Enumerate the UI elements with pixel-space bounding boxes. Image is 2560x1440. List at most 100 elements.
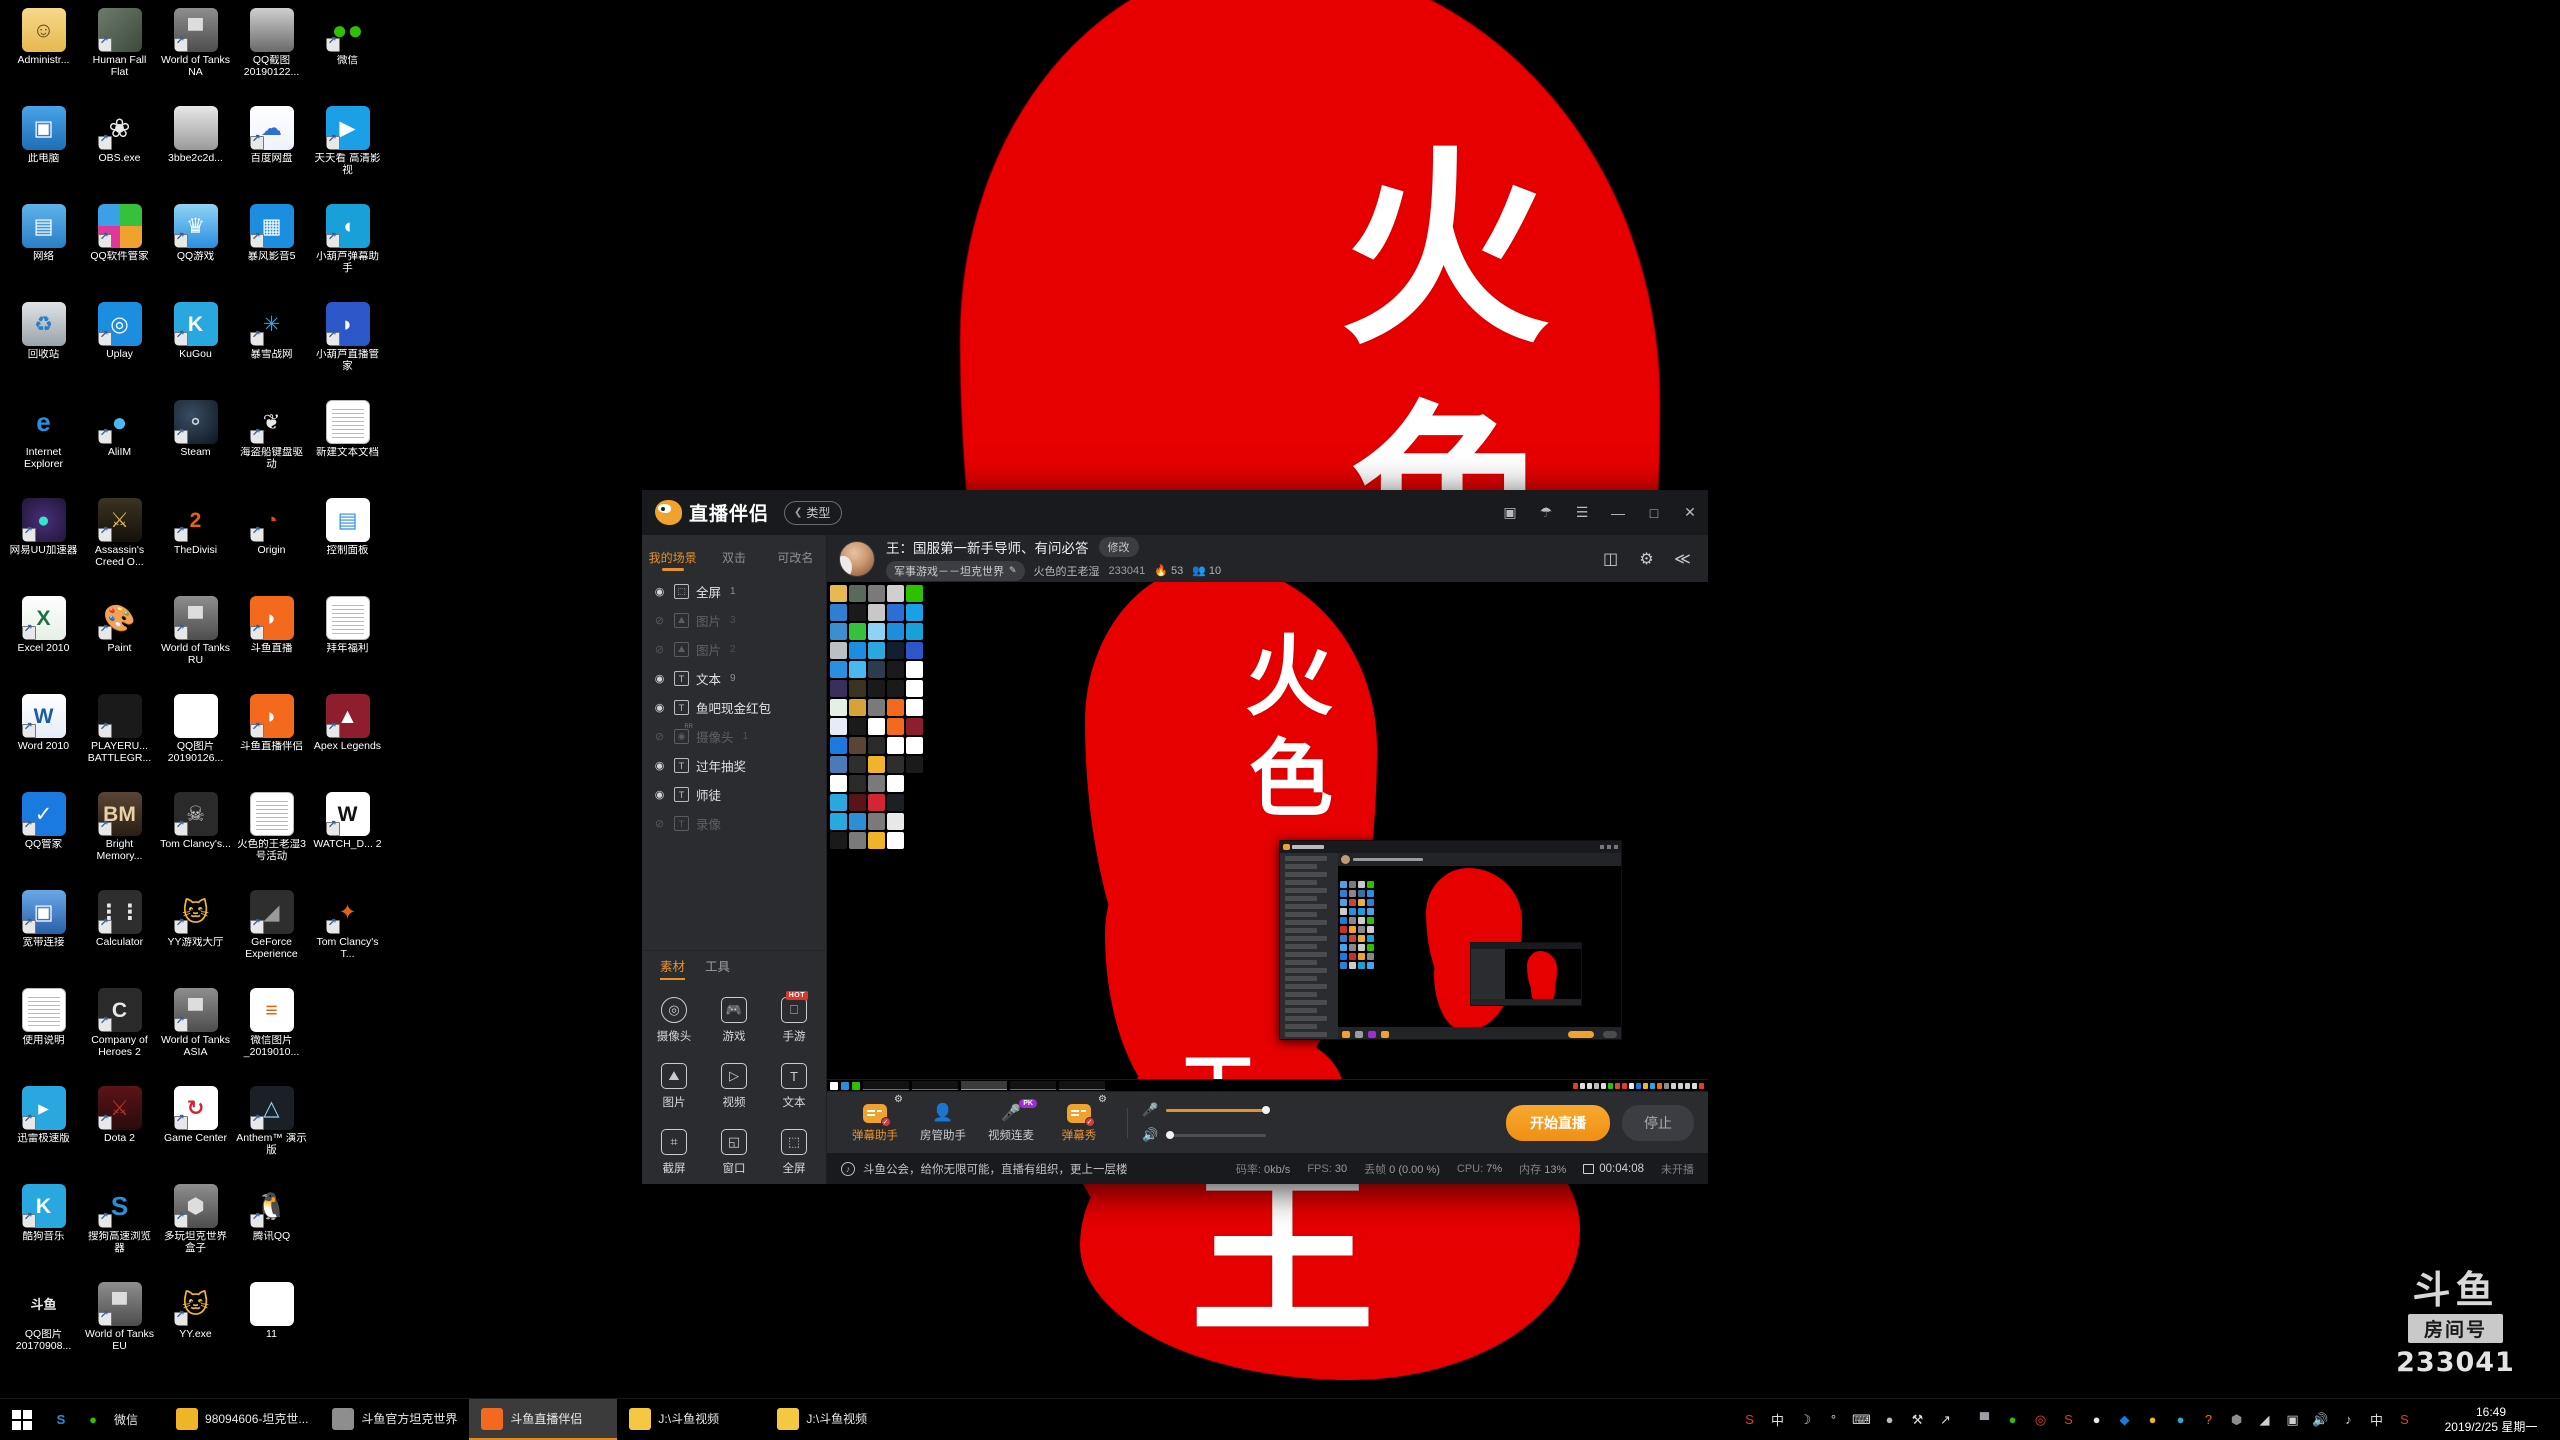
desktop-icon[interactable]: 2 TheDivisi <box>158 494 233 592</box>
taskbar-window-buttons[interactable]: 98094606-坦克世... 斗鱼官方坦克世界 斗鱼直播伴侣 J:\斗鱼视频 J:\斗… <box>164 1399 913 1440</box>
desktop-icon[interactable]: ◗ 斗鱼直播伴侣 <box>234 690 309 788</box>
desktop-icon[interactable]: ◖ 小葫芦弹幕助手 <box>310 200 385 298</box>
quick-launch-area[interactable]: S ● 微信 <box>44 1399 144 1440</box>
display-tray-icon[interactable]: ▣ <box>2283 1410 2302 1429</box>
desktop-icon[interactable]: ▣ 宽带连接 <box>6 886 81 984</box>
avatar[interactable] <box>839 540 875 577</box>
desktop-icon[interactable]: ⚬ Steam <box>158 396 233 494</box>
layout-icon[interactable]: ◫ <box>1601 549 1620 568</box>
scene-layer-item[interactable]: ⊘ ⛰ 图片 2 <box>642 635 826 664</box>
desktop-icon[interactable]: QQ软件管家 <box>82 200 157 298</box>
desktop-icon[interactable]: ♻ 回收站 <box>6 298 81 396</box>
eye-visible-icon[interactable]: ◉ <box>652 585 667 598</box>
source-button-video[interactable]: ▷ 视频 <box>704 1054 764 1118</box>
room-admin-assistant-button[interactable]: 👤 房管助手 <box>909 1102 977 1143</box>
eye-visible-icon[interactable]: ◉ <box>652 701 667 714</box>
source-tab-0[interactable]: 素材 <box>650 956 695 980</box>
action-tray-icon[interactable]: ♪ <box>2339 1410 2358 1429</box>
tray-left-group[interactable]: S 中 ☽ ° ⌨ ● ⚒ ↗ <box>1730 1410 1965 1429</box>
eye-hidden-icon[interactable]: ⊘ <box>652 817 667 830</box>
danmaku-assistant-button[interactable]: ⚙ ✓ 弹幕助手 <box>841 1094 909 1143</box>
taskbar-item[interactable]: 斗鱼直播伴侣 <box>469 1399 618 1440</box>
expand-icon[interactable]: ↗ <box>1936 1410 1955 1429</box>
desktop-icon[interactable]: ◔ Origin <box>234 494 309 592</box>
desktop-icon[interactable]: ▤ 网络 <box>6 200 81 298</box>
eye-hidden-icon[interactable]: ⊘ <box>652 614 667 627</box>
share-icon[interactable]: ≪ <box>1673 549 1692 568</box>
ime-mode-icon[interactable]: 中 <box>2367 1410 2386 1429</box>
ime-chinese-icon[interactable]: 中 <box>1768 1410 1787 1429</box>
desktop-icon[interactable]: ▤ 控制面板 <box>310 494 385 592</box>
desktop-icon[interactable]: e Internet Explorer <box>6 396 81 494</box>
desktop-icon[interactable]: ▲ Apex Legends <box>310 690 385 788</box>
wechat-tray-icon[interactable]: ● <box>2003 1410 2022 1429</box>
desktop-icon[interactable]: ⬢ 多玩坦克世界盒子 <box>158 1180 233 1278</box>
scene-tab-2[interactable]: 可改名 <box>765 549 826 571</box>
desktop-icon[interactable]: ● AliIM <box>82 396 157 494</box>
source-button-grid[interactable]: ◎ 摄像头 🎮 游戏 ⎕ 手游 HOT ⛰ 图片 ▷ 视频 T 文本 ⌗ 截屏 ◱ 窗口 ⬚ 全屏 <box>642 980 826 1184</box>
desktop-icon[interactable]: ▀ World of Tanks RU <box>158 592 233 690</box>
taskbar-item[interactable]: J:\斗鱼视频 <box>765 1399 913 1440</box>
wrench-icon[interactable]: ⚒ <box>1908 1410 1927 1429</box>
desktop-icon[interactable]: ☠ Tom Clancy's... <box>158 788 233 886</box>
video-link-mic-button[interactable]: PK 🎤 视频连麦 <box>977 1099 1045 1143</box>
desktop-icon[interactable]: ◗ 小葫芦直播管家 <box>310 298 385 396</box>
desktop-icon[interactable]: ⋮⋮ Calculator <box>82 886 157 984</box>
desktop-icon[interactable]: X Excel 2010 <box>6 592 81 690</box>
stream-preview[interactable]: 火 色 王 <box>827 582 1708 1091</box>
desktop-icon[interactable]: ◢ GeForce Experience <box>234 886 309 984</box>
desktop-icon[interactable]: Human Fall Flat <box>82 4 157 102</box>
degree-icon[interactable]: ° <box>1824 1410 1843 1429</box>
scene-layer-item[interactable]: ⊘ ⛰ 图片 3 <box>642 606 826 635</box>
desktop-icon[interactable]: ◗ 斗鱼直播 <box>234 592 309 690</box>
scene-layer-item[interactable]: ◉ T 师徒 <box>642 780 826 809</box>
scene-tab-0[interactable]: 我的场景 <box>642 549 703 571</box>
danmaku-show-button[interactable]: ⚙ ✓ 弹幕秀 <box>1045 1094 1113 1143</box>
volume-sliders[interactable]: 🎤 🔊 <box>1142 1102 1270 1143</box>
menu-icon[interactable]: ☰ <box>1564 490 1600 535</box>
keyboard-icon[interactable]: ⌨ <box>1852 1410 1871 1429</box>
desktop-icon[interactable]: ▸ 迅雷极速版 <box>6 1082 81 1180</box>
wechat-icon[interactable]: ● <box>82 1409 104 1431</box>
stop-stream-button[interactable]: 停止 <box>1622 1104 1694 1141</box>
desktop-icon[interactable]: 🐱 YY.exe <box>158 1278 233 1376</box>
desktop-icon[interactable]: ✦ Tom Clancy's T... <box>310 886 385 984</box>
desktop-icon[interactable]: ☁ 百度网盘 <box>234 102 309 200</box>
sogou-pinyin-icon[interactable]: S <box>2395 1410 2414 1429</box>
pencil-edit-icon[interactable]: ✎ <box>1009 565 1017 576</box>
desktop-icon[interactable]: 3bbe2c2d... <box>158 102 233 200</box>
speaker-slider-row[interactable]: 🔊 <box>1142 1127 1266 1143</box>
eye-hidden-icon[interactable]: ⊘ <box>652 730 667 743</box>
microphone-icon[interactable]: 🎤 <box>1142 1102 1158 1118</box>
mic-volume-knob[interactable] <box>1262 1106 1270 1114</box>
app-title-bar[interactable]: 直播伴侣 ❮ 类型 ▣ ☂ ☰ — □ ✕ <box>642 490 1708 535</box>
mic-slider-row[interactable]: 🎤 <box>1142 1102 1270 1118</box>
category-selector-button[interactable]: ❮ 类型 <box>784 500 843 525</box>
mic-volume-track[interactable] <box>1166 1106 1270 1114</box>
desktop-icon[interactable]: S 搜狗高速浏览器 <box>82 1180 157 1278</box>
desktop-icon[interactable]: ▶ 天天看 高清影视 <box>310 102 385 200</box>
source-tab-1[interactable]: 工具 <box>695 956 740 980</box>
qq-tray-icon[interactable]: ● <box>2087 1410 2106 1429</box>
desktop-icon[interactable]: ☺ Administr... <box>6 4 81 102</box>
eye-visible-icon[interactable]: ◉ <box>652 759 667 772</box>
scene-layer-item[interactable]: ◉ T 文本 9 <box>642 664 826 693</box>
taskbar-item[interactable]: 98094606-坦克世... <box>164 1399 320 1440</box>
source-button-mobile-game[interactable]: ⎕ 手游 HOT <box>764 988 824 1052</box>
source-button-image[interactable]: ⛰ 图片 <box>644 1054 704 1118</box>
desktop-icon[interactable]: 使用说明 <box>6 984 81 1082</box>
desktop-icon[interactable]: 火色的王老湿3号活动 <box>234 788 309 886</box>
source-tab-bar[interactable]: 素材 工具 <box>642 950 826 980</box>
eye-visible-icon[interactable]: ◉ <box>652 788 667 801</box>
tray-right-group[interactable]: ▀ ● ◎ S ● ◆ ● ●? ⬢ ◢ ▣ 🔊 ♪ 中 S <box>1965 1410 2424 1429</box>
settings-gear-icon[interactable]: ⚙ <box>894 1094 903 1105</box>
scene-layer-item[interactable]: ⊘ T 录像 <box>642 809 826 838</box>
source-button-gamepad[interactable]: 🎮 游戏 <box>704 988 764 1052</box>
yy-tray-icon[interactable]: ● <box>2143 1410 2162 1429</box>
desktop-icon[interactable]: ● 网易UU加速器 <box>6 494 81 592</box>
moon-icon[interactable]: ☽ <box>1796 1410 1815 1429</box>
scene-layer-item[interactable]: ◉ T 过年抽奖 <box>642 751 826 780</box>
desktop-icon[interactable]: QQ图片 20190126... <box>158 690 233 788</box>
scene-layer-item[interactable]: ⊘ ◉ RR 摄像头 1 <box>642 722 826 751</box>
desktop-icon[interactable]: 🐧 腾讯QQ <box>234 1180 309 1278</box>
